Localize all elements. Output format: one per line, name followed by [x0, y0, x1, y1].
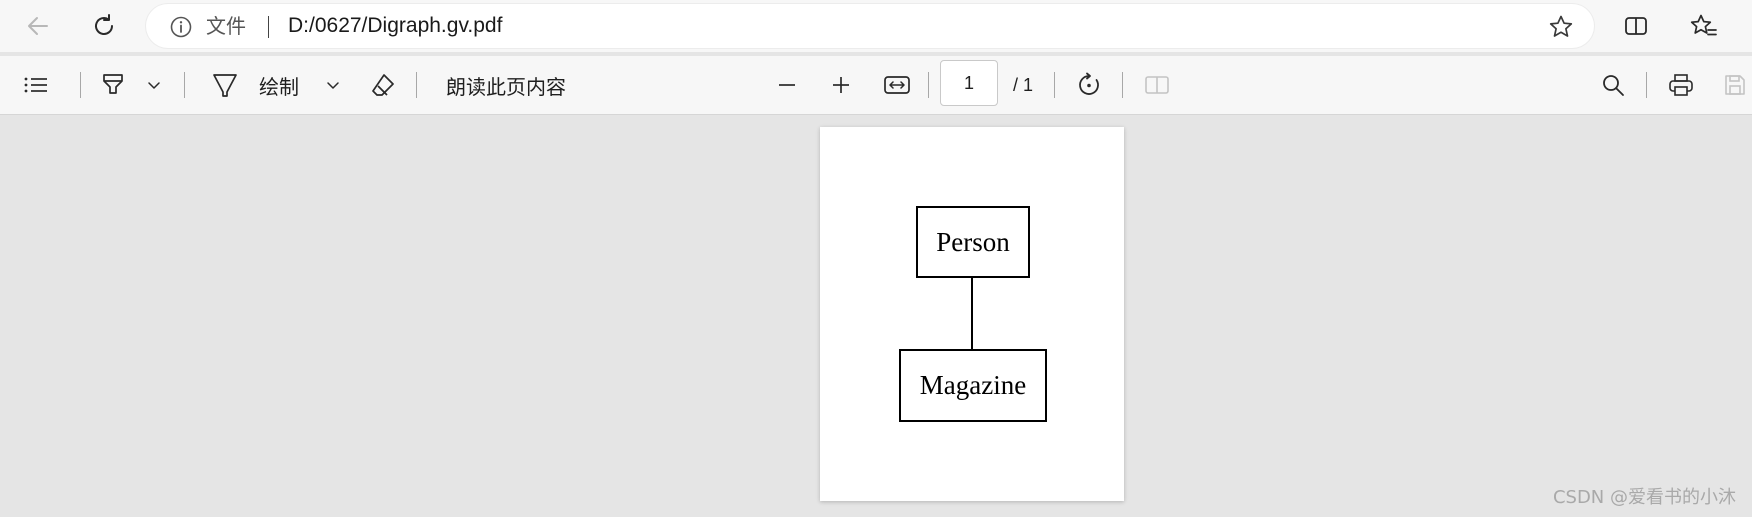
- toolbar-divider: [928, 72, 929, 98]
- table-of-contents-icon: [24, 77, 47, 93]
- print-icon: [1669, 74, 1693, 96]
- rotate-button[interactable]: [1074, 56, 1104, 114]
- plus-icon: [833, 77, 849, 93]
- address-divider: [268, 16, 269, 38]
- draw-button[interactable]: [210, 56, 240, 114]
- chevron-down-icon: [148, 82, 160, 89]
- page-total: / 1: [1013, 75, 1034, 95]
- page-number-input[interactable]: [940, 60, 998, 106]
- split-screen-icon: [1625, 17, 1647, 35]
- eraser-icon: [372, 74, 394, 96]
- address-url[interactable]: D:/0627/Digraph.gv.pdf: [288, 4, 502, 48]
- pdf-page: Person Magazine: [820, 127, 1124, 501]
- browser-chrome: 文件 D:/0627/Digraph.gv.pdf: [0, 0, 1752, 52]
- read-aloud-label: 朗读此页内容: [446, 74, 566, 99]
- read-aloud-button[interactable]: 朗读此页内容: [440, 56, 572, 114]
- pen-icon: [213, 74, 237, 97]
- toolbar-divider: [416, 72, 417, 98]
- search-button[interactable]: [1598, 56, 1628, 114]
- toolbar-divider: [184, 72, 185, 98]
- fit-to-width-icon: [884, 76, 910, 94]
- back-button[interactable]: [18, 6, 58, 46]
- address-bar[interactable]: 文件 D:/0627/Digraph.gv.pdf: [146, 4, 1594, 48]
- back-arrow-icon: [28, 17, 48, 35]
- star-icon[interactable]: [1548, 14, 1574, 40]
- minus-icon: [779, 84, 795, 86]
- search-icon: [1603, 75, 1624, 96]
- split-screen-button[interactable]: [1616, 6, 1656, 46]
- graph-edge: [971, 277, 973, 349]
- contents-button[interactable]: [18, 56, 54, 114]
- address-security-label: 文件: [206, 14, 246, 38]
- toolbar-divider: [1646, 72, 1647, 98]
- zoom-in-button[interactable]: [826, 56, 856, 114]
- pdf-toolbar: 绘制 朗读此页内容 / 1: [0, 56, 1752, 115]
- favorites-icon: [1690, 14, 1717, 36]
- page-view-icon: [1145, 76, 1169, 94]
- draw-label: 绘制: [259, 74, 299, 99]
- fit-to-width-button[interactable]: [880, 56, 914, 114]
- info-icon[interactable]: [170, 16, 192, 38]
- highlighter-icon: [103, 74, 123, 94]
- watermark: CSDN @爱看书的小沐: [1552, 487, 1736, 508]
- refresh-icon: [95, 14, 113, 35]
- chevron-down-icon: [327, 82, 339, 89]
- graph-node-magazine: Magazine: [899, 349, 1047, 422]
- toolbar-divider: [1122, 72, 1123, 98]
- draw-label-button[interactable]: 绘制: [254, 56, 304, 114]
- save-icon: [1725, 75, 1745, 95]
- toolbar-divider: [1054, 72, 1055, 98]
- draw-options-button[interactable]: [323, 56, 343, 114]
- highlight-options-button[interactable]: [144, 56, 164, 114]
- rotate-icon: [1079, 72, 1099, 95]
- erase-button[interactable]: [368, 56, 398, 114]
- save-button[interactable]: [1720, 56, 1750, 114]
- page-view-button[interactable]: [1142, 56, 1172, 114]
- toolbar-divider: [80, 72, 81, 98]
- favorites-button[interactable]: [1684, 6, 1724, 46]
- graph-node-person: Person: [916, 206, 1030, 278]
- highlight-button[interactable]: [98, 56, 128, 114]
- zoom-out-button[interactable]: [772, 56, 802, 114]
- refresh-button[interactable]: [84, 6, 124, 46]
- print-button[interactable]: [1666, 56, 1696, 114]
